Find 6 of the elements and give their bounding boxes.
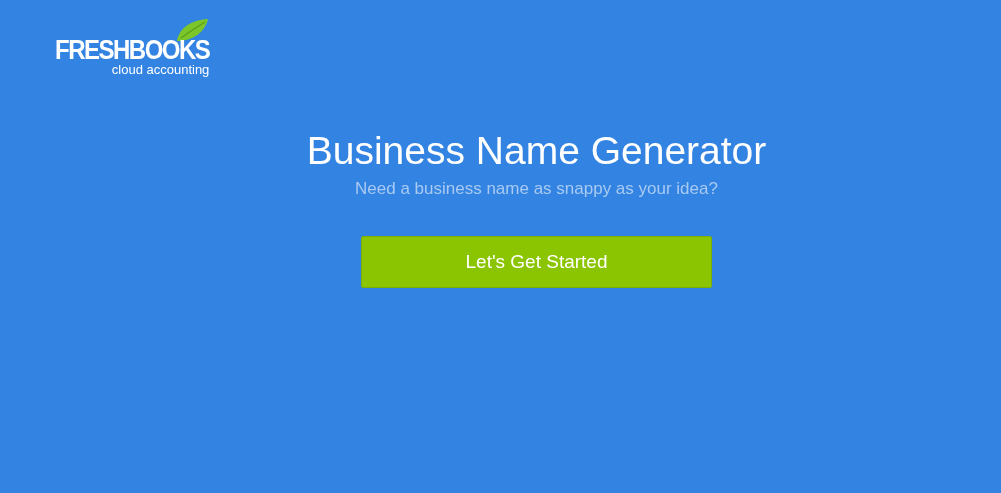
logo-tagline: cloud accounting xyxy=(111,63,210,77)
get-started-button[interactable]: Let's Get Started xyxy=(361,236,712,288)
page-title: Business Name Generator xyxy=(306,128,767,174)
leaf-icon xyxy=(175,18,210,42)
page-subtitle: Need a business name as snappy as your idea? xyxy=(355,178,718,200)
logo-wordmark: FRESHBOOKS xyxy=(55,36,210,64)
